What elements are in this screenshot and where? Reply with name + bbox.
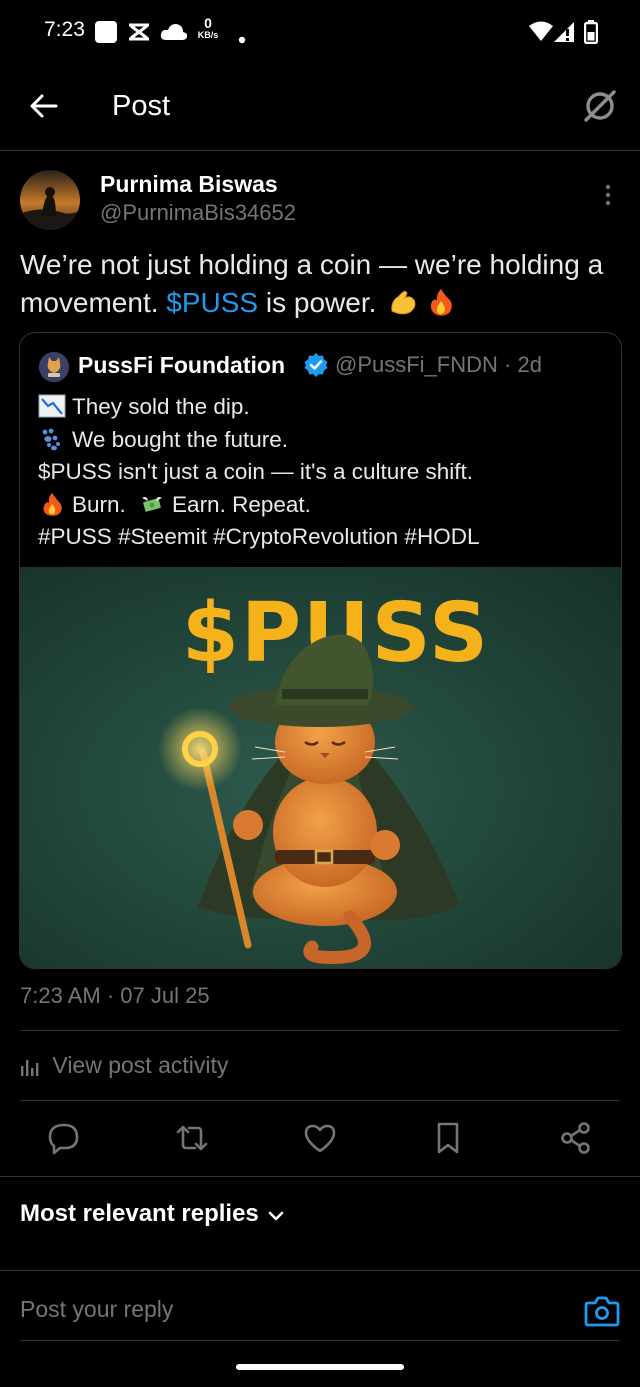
hashtag-line[interactable]: #PUSS #Steemit #CryptoRevolution #HODL: [38, 524, 479, 549]
post-timestamp: 7:23 AM · 07 Jul 25: [20, 983, 210, 1008]
grok-icon[interactable]: [582, 88, 618, 124]
app-notification-icon: [126, 22, 152, 47]
top-app-bar: Post: [0, 64, 640, 151]
quoted-line: They sold the dip.: [38, 391, 608, 424]
quoted-line-text: $PUSS isn't just a coin — it's a culture…: [38, 459, 474, 484]
dot-icon: [238, 28, 246, 49]
quoted-meta: @PussFi_FNDN · 2d: [335, 352, 542, 378]
camera-icon[interactable]: [584, 1294, 620, 1328]
fire-emoji: [43, 492, 62, 516]
net-speed-value: 0: [204, 15, 212, 31]
cloud-icon: [160, 22, 188, 47]
reply-icon[interactable]: [46, 1120, 82, 1156]
view-post-activity-link[interactable]: View post activity: [20, 1052, 228, 1084]
home-indicator[interactable]: [236, 1364, 404, 1370]
verified-badge-icon: [303, 352, 329, 378]
quoted-post-card[interactable]: PussFi Foundation @PussFi_FNDN · 2d They…: [19, 332, 622, 969]
quoted-line-text: Earn. Repeat.: [172, 491, 311, 517]
notification-square-icon: [94, 20, 118, 49]
flexed-biceps-emoji: [391, 291, 416, 315]
quoted-post-image[interactable]: $PUSS: [20, 567, 621, 968]
battery-icon: [583, 20, 599, 49]
avatar[interactable]: [20, 170, 80, 230]
fire-emoji: [430, 289, 452, 316]
like-icon[interactable]: [302, 1120, 338, 1156]
bookmark-icon[interactable]: [430, 1120, 466, 1156]
money-with-wings-emoji: [142, 496, 163, 512]
post-text: We’re not just holding a coin — we’re ho…: [20, 246, 630, 322]
quoted-line: We bought the future.: [38, 424, 608, 457]
wifi-icon: [528, 20, 554, 47]
back-arrow-icon[interactable]: [28, 90, 60, 122]
view-post-activity-label: View post activity: [52, 1052, 229, 1078]
reply-input[interactable]: [20, 1296, 560, 1323]
quoted-line-text: Burn.: [72, 491, 126, 517]
cashtag-link[interactable]: $PUSS: [166, 287, 258, 318]
net-speed-unit: KB/s: [197, 30, 219, 40]
quoted-author-handle[interactable]: @PussFi_FNDN: [335, 352, 498, 377]
replies-sort-dropdown[interactable]: Most relevant replies: [20, 1200, 259, 1228]
divider: [0, 1270, 640, 1271]
repost-icon[interactable]: [174, 1120, 210, 1156]
share-icon[interactable]: [558, 1120, 594, 1156]
net-speed: 0 KB/s: [196, 16, 220, 41]
quoted-age: · 2d: [504, 352, 542, 377]
chart-decreasing-emoji: [38, 394, 66, 418]
more-options-icon[interactable]: [600, 182, 616, 208]
author-name[interactable]: Purnima Biswas: [100, 171, 278, 198]
quoted-line: $PUSS isn't just a coin — it's a culture…: [38, 456, 608, 489]
post-text-tail: is power.: [265, 287, 377, 318]
quoted-line: Burn. Earn. Repeat.: [38, 489, 608, 522]
quoted-author-name[interactable]: PussFi Foundation: [78, 352, 285, 379]
author-handle[interactable]: @PurnimaBis34652: [100, 200, 296, 226]
quoted-hashtags: #PUSS #Steemit #CryptoRevolution #HODL: [38, 521, 608, 554]
status-bar: 7:23 0 KB/s: [0, 0, 640, 64]
divider: [20, 1030, 620, 1031]
divider: [20, 1340, 620, 1341]
analytics-icon: [21, 1060, 39, 1076]
chevron-down-icon[interactable]: [266, 1206, 286, 1226]
paw-prints-emoji: [42, 428, 60, 450]
status-time: 7:23: [44, 18, 85, 41]
cell-signal-icon: [552, 20, 576, 49]
quoted-author-avatar[interactable]: [39, 352, 69, 382]
page-title: Post: [112, 90, 171, 122]
divider: [0, 1176, 640, 1177]
quoted-post-text: They sold the dip. We bought the future.…: [38, 391, 608, 554]
divider: [20, 1100, 620, 1101]
quoted-line-text: We bought the future.: [72, 426, 288, 452]
quoted-line-text: They sold the dip.: [72, 394, 250, 419]
